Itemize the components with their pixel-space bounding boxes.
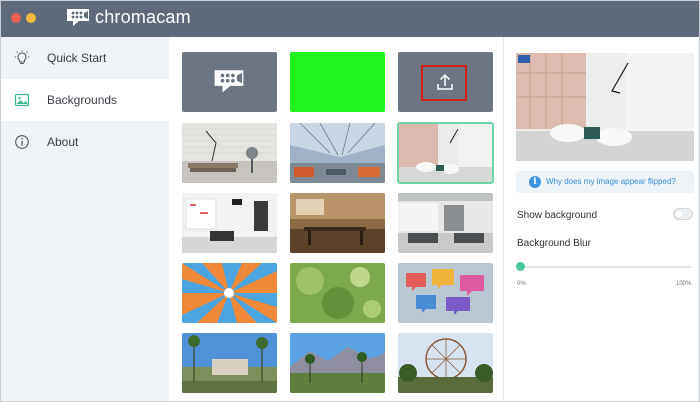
palm-building-photo <box>182 333 277 393</box>
background-tile-ferris-wheel[interactable] <box>398 333 493 393</box>
settings-panel: i Why does my image appear flipped? Show… <box>503 37 699 401</box>
sidebar-item-about[interactable]: About <box>1 121 169 163</box>
sidebar-item-label: Backgrounds <box>47 93 118 107</box>
sidebar-item-label: Quick Start <box>47 51 107 65</box>
title-bar: chromacam <box>1 1 699 37</box>
brick-wall-photo <box>182 123 277 183</box>
sunburst-photo <box>182 263 277 323</box>
speech-bubbles-photo <box>398 263 493 323</box>
background-tile-wooden-cafe[interactable] <box>290 193 385 253</box>
chromacam-logo-icon <box>214 70 244 93</box>
background-tile-brick-wall[interactable] <box>182 123 277 183</box>
sidebar: Quick Start Backgrounds About <box>1 37 169 401</box>
sidebar-item-backgrounds[interactable]: Backgrounds <box>1 79 169 121</box>
close-window-button[interactable] <box>11 13 21 23</box>
background-blur-label: Background Blur <box>517 238 591 249</box>
toggle-knob <box>675 210 683 218</box>
app-name: chromacam <box>95 7 191 27</box>
preview-photo <box>516 53 694 161</box>
camera-preview <box>516 53 694 161</box>
info-icon <box>15 135 29 149</box>
background-blur-slider[interactable] <box>516 262 691 271</box>
open-office-photo <box>398 193 493 253</box>
flipped-info-link[interactable]: Why does my image appear flipped? <box>546 177 676 186</box>
background-tile-green-bokeh[interactable] <box>290 263 385 323</box>
mountains-photo <box>290 333 385 393</box>
background-tile-palm-building[interactable] <box>182 333 277 393</box>
slider-max-label: 100% <box>676 281 692 287</box>
upload-icon[interactable] <box>435 72 455 92</box>
background-tile-sunburst[interactable] <box>182 263 277 323</box>
wooden-cafe-photo <box>290 193 385 253</box>
background-tile-speech-bubbles[interactable] <box>398 263 493 323</box>
slider-min-label: 0% <box>517 281 526 287</box>
background-tile-white-office[interactable] <box>182 193 277 253</box>
green-bokeh-photo <box>290 263 385 323</box>
slider-handle[interactable] <box>516 262 525 271</box>
background-tile-open-office[interactable] <box>398 193 493 253</box>
chromacam-logo-tile[interactable] <box>182 52 277 112</box>
app-window: chromacam Quick Start Backgrounds About … <box>0 0 700 402</box>
sidebar-item-label: About <box>47 135 79 149</box>
show-background-label: Show background <box>517 210 598 221</box>
bright-lounge-photo <box>398 123 493 183</box>
show-background-toggle[interactable] <box>673 208 693 220</box>
background-tile-mountains[interactable] <box>290 333 385 393</box>
sidebar-item-quick-start[interactable]: Quick Start <box>1 37 169 79</box>
background-tile-glass-ceiling[interactable] <box>290 123 385 183</box>
background-tile-bright-lounge[interactable] <box>397 122 494 184</box>
info-icon: i <box>529 176 541 188</box>
lightbulb-icon <box>14 50 30 64</box>
green-screen-tile[interactable] <box>290 52 385 112</box>
chromacam-logo-icon <box>67 9 89 26</box>
image-icon <box>14 93 30 107</box>
glass-ceiling-office-photo <box>290 123 385 183</box>
ferris-wheel-photo <box>398 333 493 393</box>
white-office-photo <box>182 193 277 253</box>
minimize-window-button[interactable] <box>26 13 36 23</box>
backgrounds-grid <box>169 37 503 401</box>
flipped-info-bar[interactable]: i Why does my image appear flipped? <box>516 171 694 193</box>
upload-tile[interactable] <box>398 52 493 112</box>
